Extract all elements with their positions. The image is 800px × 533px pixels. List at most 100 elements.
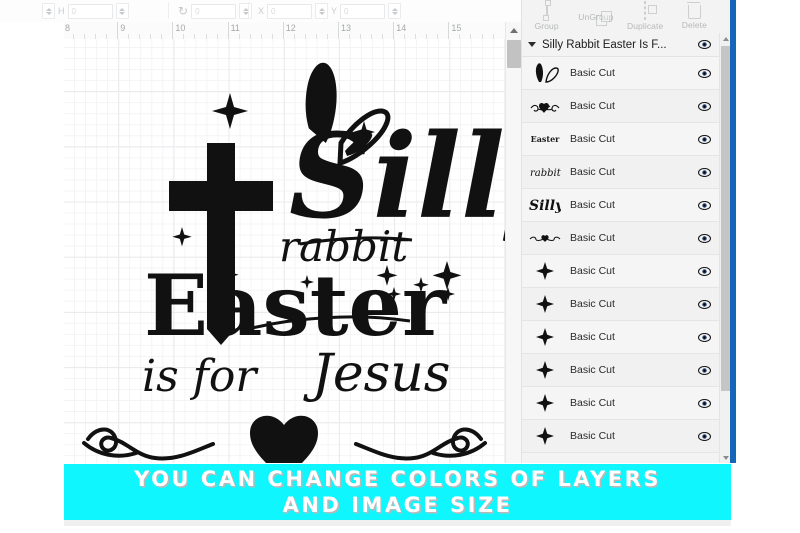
y-field[interactable]: 0: [340, 3, 386, 19]
ruler-label: 9: [120, 23, 126, 33]
duplicate-button[interactable]: Duplicate: [621, 0, 670, 33]
svg-text:Silly: Silly: [529, 198, 561, 213]
eye-icon[interactable]: [695, 101, 713, 111]
svg-text:is for: is for: [142, 351, 259, 402]
layer-type-label: Basic Cut: [570, 100, 615, 112]
layer-row[interactable]: Basic Cut: [522, 255, 719, 288]
canvas-scroll-thumb[interactable]: [507, 40, 521, 68]
banner-line-1: YOU CAN CHANGE COLORS OF LAYERS: [134, 467, 661, 491]
layer-row[interactable]: Basic Cut: [522, 90, 719, 123]
layer-row[interactable]: Basic Cut: [522, 222, 719, 255]
layer-thumbnail-swirl-heart: [528, 227, 562, 249]
layer-type-label: Basic Cut: [570, 364, 615, 376]
layer-type-label: Basic Cut: [570, 331, 615, 343]
rotation-controls: ↻ 0: [178, 0, 253, 22]
layer-row[interactable]: Basic Cut: [522, 420, 719, 453]
height-field[interactable]: 0: [67, 3, 113, 19]
app-root: H 0 ↻ 0 X 0 Y 0 8 9 10 11 12 13 14 15 Si…: [0, 0, 800, 533]
eye-icon[interactable]: [695, 134, 713, 144]
delete-button[interactable]: Delete: [670, 0, 719, 33]
layer-row[interactable]: Basic Cut: [522, 288, 719, 321]
ruler-label: 15: [451, 23, 462, 33]
ruler-label: 10: [175, 23, 186, 33]
layer-row[interactable]: Silly Basic Cut: [522, 189, 719, 222]
group-label: Group: [534, 21, 559, 31]
chevron-down-icon[interactable]: [528, 42, 536, 47]
eye-icon[interactable]: [695, 68, 713, 78]
layer-group-header[interactable]: Silly Rabbit Easter Is F...: [522, 33, 719, 57]
right-margin: [736, 0, 800, 533]
canvas-left-margin: [0, 39, 64, 463]
layer-row[interactable]: rabbit Basic Cut: [522, 156, 719, 189]
eye-icon[interactable]: [695, 200, 713, 210]
layer-row[interactable]: Basic Cut: [522, 57, 719, 90]
duplicate-label: Duplicate: [626, 21, 664, 31]
layer-type-label: Basic Cut: [570, 232, 615, 244]
eye-icon[interactable]: [695, 233, 713, 243]
layer-thumbnail-rabbit-word: rabbit: [528, 161, 562, 183]
layer-row[interactable]: Basic Cut: [522, 321, 719, 354]
layer-list[interactable]: Basic Cut Basic Cut Easter Basic Cut rabbit B…: [522, 57, 719, 463]
layer-type-label: Basic Cut: [570, 298, 615, 310]
scroll-up-icon[interactable]: [506, 22, 522, 38]
svg-text:Jesus: Jesus: [303, 344, 450, 404]
layer-type-label: Basic Cut: [570, 199, 615, 211]
rotate-icon[interactable]: ↻: [178, 5, 188, 17]
layer-thumbnail-easter-word: Easter: [530, 134, 560, 144]
canvas-vertical-scrollbar[interactable]: [505, 22, 522, 463]
layer-type-label: Basic Cut: [570, 397, 615, 409]
height-stepper[interactable]: [115, 3, 129, 19]
horizontal-ruler[interactable]: 8 9 10 11 12 13 14 15: [64, 22, 505, 40]
eye-icon[interactable]: [695, 332, 713, 342]
layer-type-label: Basic Cut: [570, 430, 615, 442]
toolbar-divider-2: [248, 2, 249, 19]
layer-thumbnail-flourish: [528, 95, 562, 117]
trash-icon: [686, 1, 702, 19]
layer-thumbnail-bunny-ears: [528, 62, 562, 84]
eye-icon[interactable]: [695, 398, 713, 408]
eye-icon[interactable]: [695, 299, 713, 309]
layers-panel: Group UnGroup Duplicate Delete Silly Rabbit…: [521, 0, 732, 463]
promo-banner: YOU CAN CHANGE COLORS OF LAYERS AND IMAG…: [64, 464, 731, 520]
eye-icon[interactable]: [695, 266, 713, 276]
rotation-stepper[interactable]: [239, 3, 253, 19]
banner-underline: [64, 520, 731, 526]
layer-thumbnail-sparkle: [528, 260, 562, 282]
x-stepper[interactable]: [315, 3, 329, 19]
eye-icon[interactable]: [695, 365, 713, 375]
layer-row[interactable]: Basic Cut: [522, 387, 719, 420]
layer-row[interactable]: Basic Cut: [522, 354, 719, 387]
group-icon: [545, 1, 548, 20]
eye-icon[interactable]: [695, 167, 713, 177]
eye-icon[interactable]: [695, 431, 713, 441]
banner-line-2: AND IMAGE SIZE: [282, 493, 513, 517]
y-label: Y: [331, 6, 338, 16]
layer-type-label: Basic Cut: [570, 67, 615, 79]
eye-icon[interactable]: [695, 40, 713, 49]
layer-action-toolbar: Group UnGroup Duplicate Delete: [522, 0, 719, 34]
height-label: H: [58, 6, 65, 16]
layer-row[interactable]: Easter Basic Cut: [522, 123, 719, 156]
ruler-label: 14: [396, 23, 407, 33]
x-label: X: [258, 6, 265, 16]
x-field[interactable]: 0: [267, 3, 313, 19]
position-controls: X 0 Y 0: [258, 0, 402, 22]
group-button[interactable]: Group: [522, 0, 571, 33]
width-stepper[interactable]: [42, 3, 55, 19]
layer-thumbnail-sparkle: [528, 425, 562, 447]
ungroup-button[interactable]: UnGroup: [571, 0, 620, 33]
layer-type-label: Basic Cut: [570, 133, 615, 145]
y-stepper[interactable]: [388, 3, 402, 19]
size-controls: H 0: [42, 0, 129, 22]
ruler-label: 13: [341, 23, 352, 33]
layer-type-label: Basic Cut: [570, 265, 615, 277]
delete-label: Delete: [681, 19, 707, 30]
rotation-field[interactable]: 0: [191, 3, 237, 19]
design-canvas[interactable]: Silly rabbit Easter is for Jesus: [64, 39, 505, 463]
layer-type-label: Basic Cut: [570, 166, 615, 178]
ruler-label: 8: [65, 23, 71, 33]
ruler-label: 11: [230, 23, 240, 33]
artwork[interactable]: Silly rabbit Easter is for Jesus: [64, 39, 505, 463]
svg-text:Easter: Easter: [144, 256, 448, 355]
layer-thumbnail-silly-word: Silly: [528, 194, 562, 216]
